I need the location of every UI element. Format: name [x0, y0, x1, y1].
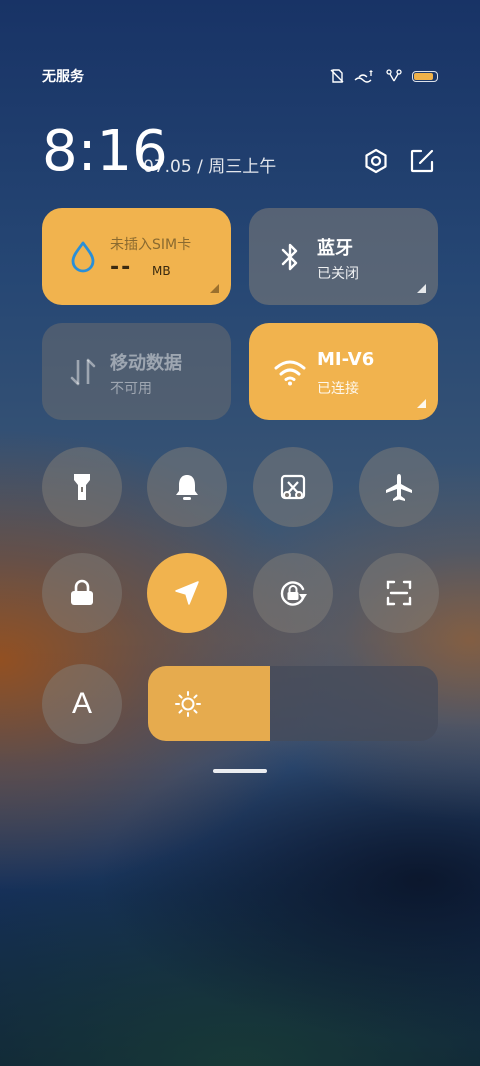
wifi-icon — [273, 355, 307, 389]
ring-mode-toggle[interactable] — [147, 447, 227, 527]
lock-icon — [69, 579, 95, 607]
tile-corner-indicator — [417, 399, 426, 408]
airplane-mode-toggle[interactable] — [359, 447, 439, 527]
no-sim-icon — [330, 69, 344, 83]
screen-lock-toggle[interactable] — [42, 553, 122, 633]
edit-button[interactable] — [407, 148, 437, 178]
bell-icon — [174, 473, 200, 501]
location-toggle[interactable] — [147, 553, 227, 633]
status-icons — [330, 69, 438, 83]
data-usage-unit: MB — [152, 264, 171, 278]
scanner-toggle[interactable] — [359, 553, 439, 633]
scan-icon — [385, 579, 413, 607]
flashlight-icon — [70, 472, 94, 502]
battery-level — [414, 72, 433, 80]
settings-button[interactable] — [361, 148, 391, 178]
data-arrows-icon — [66, 355, 100, 389]
mobile-data-title: 移动数据 — [110, 353, 182, 374]
water-drop-icon — [66, 240, 100, 274]
location-icon — [173, 579, 201, 607]
status-bar: 无服务 — [42, 64, 438, 88]
settings-icon — [363, 148, 389, 178]
rotation-lock-toggle[interactable] — [253, 553, 333, 633]
airplane-icon — [384, 472, 414, 502]
bluetooth-icon — [273, 240, 307, 274]
screenshot-icon — [279, 473, 307, 501]
brightness-fill — [148, 666, 270, 741]
screenshot-toggle[interactable] — [253, 447, 333, 527]
battery-icon — [412, 70, 438, 82]
tile-corner-indicator — [417, 284, 426, 293]
rotation-lock-icon — [277, 577, 309, 609]
wifi-calling-icon — [354, 69, 376, 83]
data-usage-value: -- — [110, 255, 133, 280]
bluetooth-tile[interactable]: 蓝牙 已关闭 — [249, 208, 438, 305]
brightness-slider[interactable] — [148, 666, 438, 741]
data-usage-title: 未插入SIM卡 — [110, 237, 192, 253]
cellular-signal-icon — [386, 69, 402, 83]
wifi-network-name: MI-V6 — [317, 349, 375, 370]
carrier-label: 无服务 — [42, 69, 84, 85]
edit-icon — [409, 148, 435, 178]
date-label: 07.05 / 周三上午 — [143, 157, 277, 177]
mobile-data-status: 不可用 — [110, 381, 152, 397]
wifi-tile[interactable]: MI-V6 已连接 — [249, 323, 438, 420]
wifi-status: 已连接 — [317, 381, 359, 397]
font-letter: A — [71, 687, 92, 720]
bluetooth-title: 蓝牙 — [317, 238, 353, 259]
sun-icon — [174, 690, 202, 718]
font-size-toggle[interactable]: A — [42, 664, 122, 744]
header: 8:16 07.05 / 周三上午 — [42, 120, 438, 184]
home-indicator[interactable] — [213, 769, 267, 773]
tile-corner-indicator — [210, 284, 219, 293]
bluetooth-status: 已关闭 — [317, 266, 359, 282]
mobile-data-tile[interactable]: 移动数据 不可用 — [42, 323, 231, 420]
flashlight-toggle[interactable] — [42, 447, 122, 527]
data-usage-tile[interactable]: 未插入SIM卡 -- MB — [42, 208, 231, 305]
